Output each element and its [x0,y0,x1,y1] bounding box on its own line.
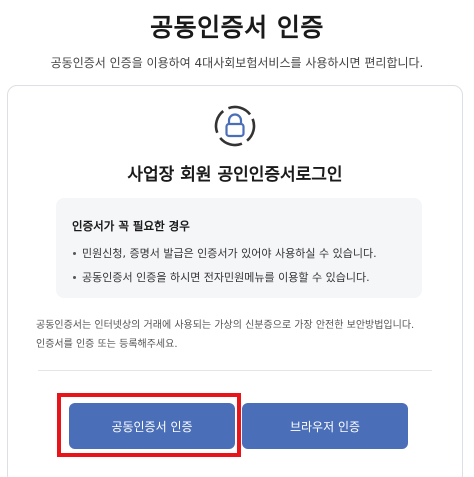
info-title: 인증서가 꼭 필요한 경우 [72,219,190,233]
info-list-item: 공동인증서 인증을 하시면 전자민원메뉴를 이용할 수 있습니다. [72,270,404,285]
card-title: 사업장 회원 공인인증서로그인 [127,165,343,185]
certificate-auth-button[interactable]: 공동인증서 인증 [69,403,235,449]
login-card: 사업장 회원 공인인증서로그인 인증서가 꼭 필요한 경우 민원신청, 증명서 … [7,85,463,477]
page: 공동인증서 인증 공동인증서 인증을 이용하여 4대사회보험서비스를 사용하시면… [0,0,474,477]
info-box: 인증서가 꼭 필요한 경우 민원신청, 증명서 발급은 인증서가 있어야 사용하… [56,198,422,298]
info-list: 민원신청, 증명서 발급은 인증서가 있어야 사용하실 수 있습니다. 공동인증… [72,246,404,285]
info-list-item: 민원신청, 증명서 발급은 인증서가 있어야 사용하실 수 있습니다. [72,246,404,261]
browser-auth-button[interactable]: 브라우저 인증 [242,403,408,449]
lock-icon [213,104,257,148]
description: 공동인증서는 인터넷상의 거래에 사용되는 가상의 신분증으로 가장 안전한 보… [36,316,446,354]
description-line: 공동인증서는 인터넷상의 거래에 사용되는 가상의 신분증으로 가장 안전한 보… [36,320,415,331]
description-line: 인증서를 인증 또는 등록해주세요. [36,339,178,350]
page-title: 공동인증서 인증 [150,13,324,42]
page-subtitle: 공동인증서 인증을 이용하여 4대사회보험서비스를 사용하시면 편리합니다. [50,56,424,70]
divider [38,370,432,371]
